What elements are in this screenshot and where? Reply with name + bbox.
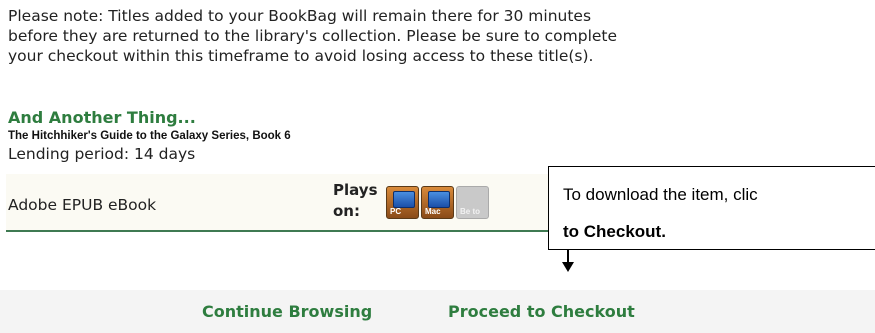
book-series: The Hitchhiker's Guide to the Galaxy Ser… xyxy=(8,130,291,142)
laptop-screen-icon xyxy=(428,191,450,208)
device-label: Mac xyxy=(425,207,441,216)
mac-icon[interactable]: Mac xyxy=(421,186,454,219)
instruction-callout: To download the item, clic to Checkout. xyxy=(548,166,875,250)
down-arrow-icon xyxy=(562,262,574,272)
book-title-link[interactable]: And Another Thing... xyxy=(8,108,196,127)
actions-band xyxy=(0,290,875,333)
proceed-to-checkout-link[interactable]: Proceed to Checkout xyxy=(448,302,635,321)
device-label: Be to xyxy=(460,207,480,216)
plays-on-label: Plays on: xyxy=(333,181,378,220)
pc-icon[interactable]: PC xyxy=(386,186,419,219)
notice-line: Please note: Titles added to your BookBa… xyxy=(8,7,592,25)
device-label: PC xyxy=(390,207,402,216)
format-name: Adobe EPUB eBook xyxy=(8,196,157,214)
notice-line: before they are returned to the library'… xyxy=(8,27,618,45)
callout-line: To download the item, clic xyxy=(563,185,758,204)
bookbag-page: Please note: Titles added to your BookBa… xyxy=(0,0,875,333)
timeout-notice: Please note: Titles added to your BookBa… xyxy=(8,6,858,66)
lending-period: Lending period: 14 days xyxy=(8,145,196,163)
monitor-screen-icon xyxy=(393,191,415,208)
continue-browsing-link[interactable]: Continue Browsing xyxy=(202,302,372,321)
notice-line: your checkout within this timeframe to a… xyxy=(8,47,594,65)
callout-line-bold: to Checkout. xyxy=(563,222,666,241)
disabled-device-icon: Be to xyxy=(456,186,489,219)
